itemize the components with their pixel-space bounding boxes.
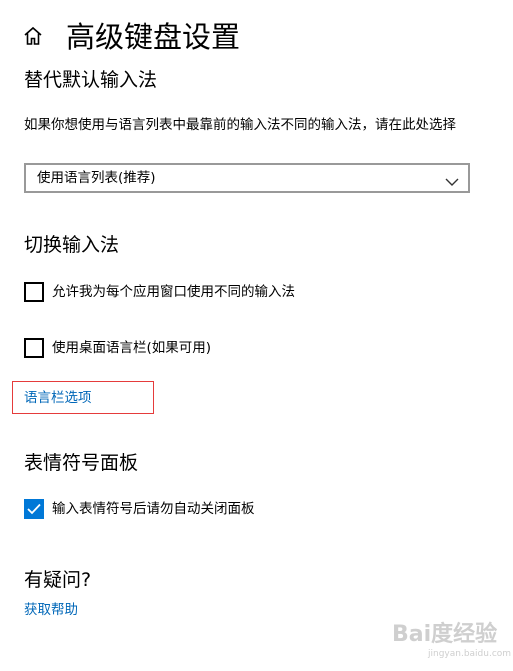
watermark-subtext: jingyan.baidu.com — [428, 649, 512, 659]
override-input-heading: 替代默认输入法 — [24, 69, 158, 91]
language-bar-checkbox-row[interactable]: 使用桌面语言栏(如果可用) — [24, 338, 234, 358]
get-help-link[interactable]: 获取帮助 — [24, 600, 78, 620]
language-bar-options-link[interactable]: 语言栏选项 — [24, 388, 92, 408]
home-icon[interactable] — [22, 25, 44, 47]
per-app-input-checkbox[interactable] — [24, 282, 44, 302]
emoji-panel-heading: 表情符号面板 — [24, 452, 139, 474]
switch-input-heading: 切换输入法 — [24, 234, 120, 256]
per-app-input-checkbox-row[interactable]: 允许我为每个应用窗口使用不同的输入法 — [24, 282, 334, 302]
watermark-text: Bai度经验 — [392, 622, 498, 647]
language-bar-label: 使用桌面语言栏(如果可用) — [52, 340, 212, 356]
override-input-description: 如果你想使用与语言列表中最靠前的输入法不同的输入法，请在此处选择 — [24, 117, 456, 133]
watermark: Bai度经验 jingyan.baidu.com — [392, 622, 511, 662]
input-method-select[interactable]: 使用语言列表(推荐) — [24, 163, 470, 193]
input-method-select-value: 使用语言列表(推荐) — [37, 170, 156, 186]
emoji-auto-close-checkbox[interactable] — [24, 499, 44, 519]
help-heading: 有疑问? — [24, 569, 92, 591]
page-title: 高级键盘设置 — [66, 20, 241, 54]
chevron-down-icon — [445, 172, 459, 186]
emoji-auto-close-checkbox-row[interactable]: 输入表情符号后请勿自动关闭面板 — [24, 499, 284, 519]
checkmark-icon — [27, 503, 41, 515]
per-app-input-label: 允许我为每个应用窗口使用不同的输入法 — [52, 284, 295, 300]
language-bar-checkbox[interactable] — [24, 338, 44, 358]
emoji-auto-close-label: 输入表情符号后请勿自动关闭面板 — [52, 501, 255, 517]
